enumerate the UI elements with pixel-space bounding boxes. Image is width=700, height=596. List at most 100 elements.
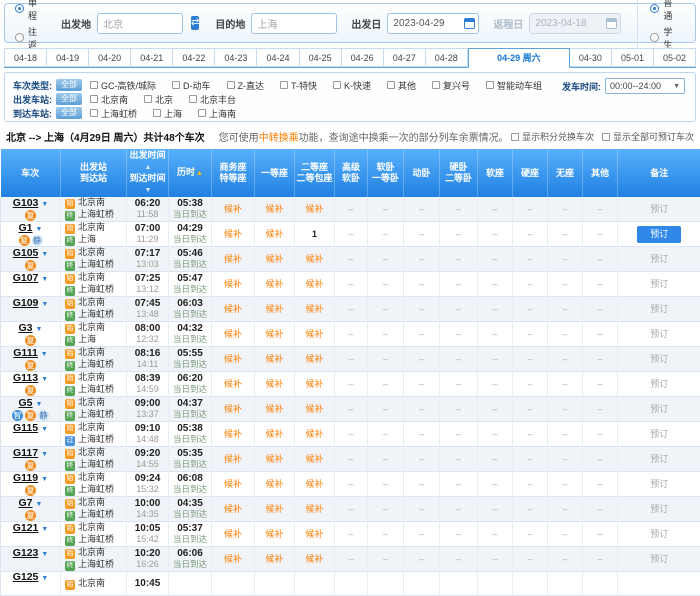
waitlist-link[interactable]: 候补 [265,504,283,514]
waitlist-link[interactable]: 候补 [265,254,283,264]
ticket-normal-radio[interactable]: 普通 [650,0,672,22]
waitlist-link[interactable]: 候补 [305,304,323,314]
waitlist-link[interactable]: 候补 [224,204,242,214]
date-tab-04-22[interactable]: 04-22 [173,48,215,67]
train-number-link[interactable]: G109 [13,297,39,309]
expand-caret-icon[interactable]: ▼ [41,301,48,308]
train-number-link[interactable]: G3 [19,322,33,334]
bookable-only-checkbox[interactable]: 显示全部可预订车次 [602,130,694,143]
date-tab-04-25[interactable]: 04-25 [300,48,342,67]
train-number-link[interactable]: G117 [13,447,38,459]
expand-caret-icon[interactable]: ▼ [36,501,43,508]
waitlist-link[interactable]: 候补 [265,354,283,364]
expand-caret-icon[interactable]: ▼ [36,401,43,408]
date-tab-04-23[interactable]: 04-23 [215,48,257,67]
filter-option-北京[interactable]: 北京 [144,93,173,106]
waitlist-link[interactable]: 候补 [305,354,323,364]
filter-option-D-动车[interactable]: D-动车 [172,79,211,92]
filter-option-上海虹桥[interactable]: 上海虹桥 [90,107,137,120]
waitlist-link[interactable]: 候补 [305,429,323,439]
waitlist-link[interactable]: 候补 [224,429,242,439]
waitlist-link[interactable]: 候补 [305,479,323,489]
train-number-link[interactable]: G5 [19,397,33,409]
date-tab-04-26[interactable]: 04-26 [342,48,384,67]
filter-option-复兴号[interactable]: 复兴号 [432,79,470,92]
filter-option-北京丰台[interactable]: 北京丰台 [189,93,236,106]
date-tab-04-28[interactable]: 04-28 [426,48,468,67]
waitlist-link[interactable]: 候补 [305,529,323,539]
waitlist-link[interactable]: 候补 [305,554,323,564]
expand-caret-icon[interactable]: ▼ [41,376,48,383]
waitlist-link[interactable]: 候补 [224,329,242,339]
waitlist-link[interactable]: 候补 [224,529,242,539]
waitlist-link[interactable]: 候补 [265,429,283,439]
waitlist-link[interactable]: 候补 [305,379,323,389]
waitlist-link[interactable]: 候补 [224,279,242,289]
to-input[interactable] [251,13,337,34]
waitlist-link[interactable]: 候补 [265,529,283,539]
waitlist-link[interactable]: 候补 [224,404,242,414]
filter-option-北京南[interactable]: 北京南 [90,93,128,106]
date-tab-04-27[interactable]: 04-27 [384,48,426,67]
book-button[interactable]: 预订 [637,226,681,243]
waitlist-link[interactable]: 候补 [224,254,242,264]
expand-caret-icon[interactable]: ▼ [41,476,48,483]
depart-time-select[interactable]: 00:00--24:00 ▼ [605,78,685,94]
ticket-student-radio[interactable]: 学生 [650,25,672,51]
trip-one-way-radio[interactable]: 单程 [15,0,37,22]
filter-option-智能动车组[interactable]: 智能动车组 [486,79,542,92]
waitlist-link[interactable]: 候补 [224,504,242,514]
waitlist-link[interactable]: 候补 [265,279,283,289]
transfer-link[interactable]: 中转换乘 [259,133,299,144]
waitlist-link[interactable]: 候补 [265,379,283,389]
expand-caret-icon[interactable]: ▼ [41,426,48,433]
expand-caret-icon[interactable]: ▼ [41,351,48,358]
train-number-link[interactable]: G1 [19,222,33,234]
train-number-link[interactable]: G105 [13,247,39,259]
trip-round-radio[interactable]: 往返 [15,25,37,51]
expand-caret-icon[interactable]: ▼ [41,575,48,582]
expand-caret-icon[interactable]: ▼ [41,201,48,208]
filter-all-badge[interactable]: 全部 [56,107,82,119]
swap-stations-button[interactable]: ⇄ [191,16,199,30]
date-tab-05-02[interactable]: 05-02 [654,48,696,67]
train-number-link[interactable]: G121 [13,522,39,534]
col-header-历时[interactable]: 历时▲ [169,149,212,197]
date-tab-04-19[interactable]: 04-19 [47,48,89,67]
train-number-link[interactable]: G7 [19,497,33,509]
expand-caret-icon[interactable]: ▼ [41,451,48,458]
expand-caret-icon[interactable]: ▼ [41,551,48,558]
col-header-出发时间[interactable]: 出发时间▲到达时间▼ [127,149,169,197]
waitlist-link[interactable]: 候补 [265,479,283,489]
from-input[interactable] [97,13,183,34]
waitlist-link[interactable]: 候补 [224,354,242,364]
train-number-link[interactable]: G113 [13,372,38,384]
waitlist-link[interactable]: 候补 [265,404,283,414]
points-exchange-checkbox[interactable]: 显示积分兑换车次 [511,130,594,143]
waitlist-link[interactable]: 候补 [305,454,323,464]
date-tab-05-01[interactable]: 05-01 [612,48,654,67]
train-number-link[interactable]: G115 [13,422,38,434]
train-number-link[interactable]: G111 [13,347,38,359]
waitlist-link[interactable]: 候补 [265,454,283,464]
filter-option-K-快速[interactable]: K-快速 [333,79,371,92]
filter-option-T-特快[interactable]: T-特快 [280,79,317,92]
calendar-icon[interactable] [464,18,475,29]
waitlist-link[interactable]: 候补 [265,204,283,214]
filter-all-badge[interactable]: 全部 [56,79,82,91]
waitlist-link[interactable]: 候补 [224,229,242,239]
date-tab-04-24[interactable]: 04-24 [257,48,299,67]
waitlist-link[interactable]: 候补 [224,304,242,314]
date-tab-04-30[interactable]: 04-30 [570,48,612,67]
waitlist-link[interactable]: 候补 [265,329,283,339]
date-tab-04-18[interactable]: 04-18 [4,48,47,67]
waitlist-link[interactable]: 候补 [305,279,323,289]
date-tab-04-21[interactable]: 04-21 [131,48,173,67]
filter-option-上海南[interactable]: 上海南 [198,107,236,120]
expand-caret-icon[interactable]: ▼ [41,251,48,258]
waitlist-link[interactable]: 候补 [224,379,242,389]
filter-option-Z-直达[interactable]: Z-直达 [227,79,265,92]
waitlist-link[interactable]: 候补 [265,229,283,239]
waitlist-link[interactable]: 候补 [265,554,283,564]
waitlist-link[interactable]: 候补 [305,329,323,339]
